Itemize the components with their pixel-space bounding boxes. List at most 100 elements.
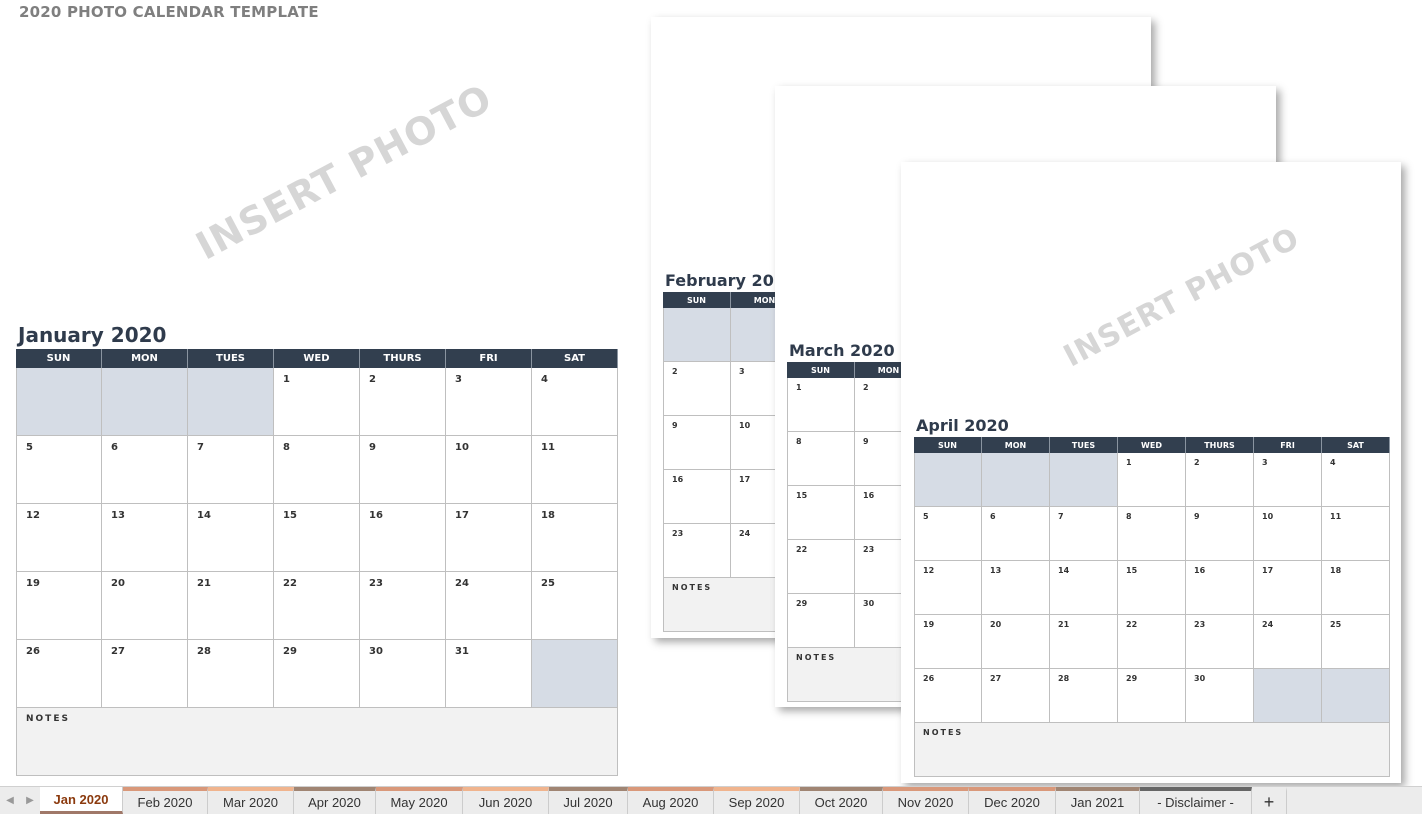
day-cell xyxy=(102,368,188,436)
day-cell xyxy=(663,308,731,362)
day-cell: 16 xyxy=(1186,561,1254,615)
day-cell: 8 xyxy=(787,432,855,486)
calendar-january: January 2020 SUN MON TUES WED THURS FRI SAT 1 2 3 4… xyxy=(16,323,618,776)
sheet-tab[interactable]: Jul 2020 xyxy=(549,787,628,814)
day-cell: 21 xyxy=(188,572,274,640)
insert-photo-watermark: INSERT PHOTO xyxy=(188,75,500,269)
sheet-tab[interactable]: Jan 2020 xyxy=(40,787,123,814)
sheet-tab[interactable]: Mar 2020 xyxy=(208,787,294,814)
day-cell: 7 xyxy=(1050,507,1118,561)
weekday-mon: MON xyxy=(102,349,188,368)
notes-area: NOTES xyxy=(16,708,618,776)
day-cell: 5 xyxy=(914,507,982,561)
day-cell: 9 xyxy=(360,436,446,504)
notes-area: NOTES xyxy=(914,723,1390,777)
sheet-tab[interactable]: Sep 2020 xyxy=(714,787,800,814)
day-cell: 13 xyxy=(102,504,188,572)
day-cell: 22 xyxy=(1118,615,1186,669)
day-cell: 1 xyxy=(274,368,360,436)
week-row: 5 6 7 8 9 10 11 xyxy=(914,507,1390,561)
day-cell xyxy=(532,640,618,708)
scroll-right-button[interactable]: ▶ xyxy=(20,787,40,814)
sheet-tab[interactable]: Dec 2020 xyxy=(969,787,1056,814)
weekday-thurs: THURS xyxy=(1186,437,1254,453)
weekday-sun: SUN xyxy=(914,437,982,453)
day-cell: 1 xyxy=(787,378,855,432)
day-cell: 11 xyxy=(1322,507,1390,561)
weekday-wed: WED xyxy=(1118,437,1186,453)
day-cell xyxy=(1254,669,1322,723)
sheet-title: 2020 PHOTO CALENDAR TEMPLATE xyxy=(19,3,319,21)
sheet-tab[interactable]: Feb 2020 xyxy=(123,787,208,814)
day-cell: 22 xyxy=(787,540,855,594)
weekday-sat: SAT xyxy=(532,349,618,368)
day-cell: 8 xyxy=(274,436,360,504)
day-cell: 23 xyxy=(663,524,731,578)
weekday-mon: MON xyxy=(982,437,1050,453)
day-cell: 28 xyxy=(1050,669,1118,723)
weekday-sun: SUN xyxy=(16,349,102,368)
day-cell: 22 xyxy=(274,572,360,640)
weekday-fri: FRI xyxy=(1254,437,1322,453)
day-cell: 5 xyxy=(16,436,102,504)
day-cell: 19 xyxy=(914,615,982,669)
sheet-tab[interactable]: Aug 2020 xyxy=(628,787,714,814)
day-cell: 29 xyxy=(787,594,855,648)
sheet-tab[interactable]: Jan 2021 xyxy=(1056,787,1140,814)
weekday-sun: SUN xyxy=(663,292,731,308)
day-cell: 8 xyxy=(1118,507,1186,561)
day-cell: 14 xyxy=(188,504,274,572)
week-row: 26 27 28 29 30 31 xyxy=(16,640,618,708)
day-cell xyxy=(982,453,1050,507)
day-cell: 19 xyxy=(16,572,102,640)
day-cell: 24 xyxy=(1254,615,1322,669)
week-row: 12 13 14 15 16 17 18 xyxy=(914,561,1390,615)
day-cell: 18 xyxy=(532,504,618,572)
day-cell: 24 xyxy=(446,572,532,640)
scroll-left-button[interactable]: ◀ xyxy=(0,787,20,814)
week-row: 12 13 14 15 16 17 18 xyxy=(16,504,618,572)
day-cell: 12 xyxy=(16,504,102,572)
add-sheet-button[interactable]: + xyxy=(1252,787,1287,814)
day-cell: 11 xyxy=(532,436,618,504)
day-cell: 27 xyxy=(102,640,188,708)
sheet-tab[interactable]: - Disclaimer - xyxy=(1140,787,1252,814)
day-cell: 14 xyxy=(1050,561,1118,615)
day-cell: 3 xyxy=(1254,453,1322,507)
day-cell: 16 xyxy=(663,470,731,524)
weekday-header: SUNMONTUESWEDTHURSFRISAT xyxy=(16,349,618,368)
sheet-tab[interactable]: Apr 2020 xyxy=(294,787,376,814)
weekday-thurs: THURS xyxy=(360,349,446,368)
day-cell: 4 xyxy=(532,368,618,436)
day-cell xyxy=(188,368,274,436)
day-cell: 29 xyxy=(274,640,360,708)
day-cell: 12 xyxy=(914,561,982,615)
month-title: April 2020 xyxy=(916,416,1009,435)
day-cell: 9 xyxy=(663,416,731,470)
day-cell: 13 xyxy=(982,561,1050,615)
month-title: March 2020 xyxy=(789,341,895,360)
day-cell: 23 xyxy=(1186,615,1254,669)
day-cell: 23 xyxy=(360,572,446,640)
day-cell: 1 xyxy=(1118,453,1186,507)
sheet-tab[interactable]: Oct 2020 xyxy=(800,787,883,814)
day-cell: 17 xyxy=(1254,561,1322,615)
day-cell: 10 xyxy=(446,436,532,504)
day-cell xyxy=(1050,453,1118,507)
sheet-tabs: ◀ ▶ Jan 2020 Feb 2020 Mar 2020 Apr 2020 May … xyxy=(0,786,1422,814)
day-cell: 29 xyxy=(1118,669,1186,723)
day-cell: 20 xyxy=(102,572,188,640)
day-cell: 15 xyxy=(1118,561,1186,615)
month-title: January 2020 xyxy=(18,323,167,347)
day-cell: 20 xyxy=(982,615,1050,669)
day-cell: 28 xyxy=(188,640,274,708)
weekday-sat: SAT xyxy=(1322,437,1390,453)
day-cell: 9 xyxy=(1186,507,1254,561)
day-cell: 25 xyxy=(1322,615,1390,669)
sheet-tab[interactable]: Jun 2020 xyxy=(463,787,549,814)
sheet-tab[interactable]: Nov 2020 xyxy=(883,787,969,814)
day-cell: 26 xyxy=(16,640,102,708)
day-cell: 25 xyxy=(532,572,618,640)
day-cell: 10 xyxy=(1254,507,1322,561)
sheet-tab[interactable]: May 2020 xyxy=(376,787,463,814)
